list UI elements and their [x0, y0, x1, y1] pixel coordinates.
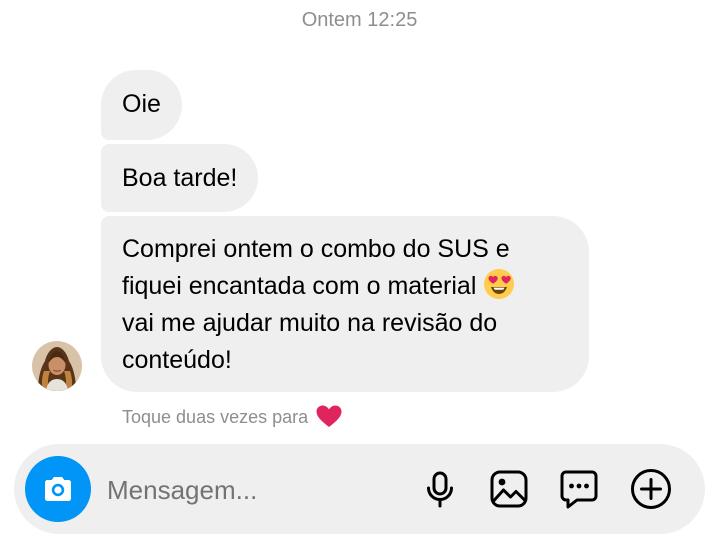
message-bubble[interactable]: Comprei ontem o combo do SUS e fiquei en… — [101, 216, 589, 392]
sticker-message-button[interactable] — [557, 467, 601, 511]
gallery-icon — [490, 470, 528, 508]
red-heart-icon — [315, 404, 343, 428]
dm-thread: Ontem 12:25 Oie Boa tarde! Comprei ontem… — [0, 0, 719, 554]
heart-eyes-emoji — [483, 268, 515, 300]
gallery-button[interactable] — [487, 467, 531, 511]
add-button[interactable] — [629, 467, 673, 511]
message-bubble[interactable]: Oie — [101, 70, 182, 140]
double-tap-hint-text: Toque duas vezes para — [122, 407, 309, 427]
microphone-button[interactable] — [418, 467, 462, 511]
message-timestamp: Ontem 12:25 — [301, 9, 418, 31]
microphone-icon — [427, 471, 453, 508]
camera-icon — [45, 477, 71, 501]
double-tap-hint: Toque duas vezes para — [122, 404, 343, 429]
message-bubble[interactable]: Boa tarde! — [101, 144, 259, 212]
avatar[interactable] — [32, 341, 82, 391]
add-icon — [631, 469, 671, 509]
sticker-message-icon — [560, 470, 598, 509]
message-text-line: vai me ajudar muito na revisão do — [122, 309, 498, 337]
message-text: Oie — [122, 90, 161, 118]
message-text-line: Comprei ontem o combo do SUS e — [122, 235, 510, 263]
message-text: Boa tarde! — [122, 164, 238, 192]
message-text-line: conteúdo! — [122, 346, 232, 374]
message-composer — [14, 444, 705, 534]
camera-button[interactable] — [25, 456, 91, 522]
message-input[interactable] — [107, 474, 407, 506]
message-text-line: fiquei encantada com o material — [122, 272, 477, 300]
